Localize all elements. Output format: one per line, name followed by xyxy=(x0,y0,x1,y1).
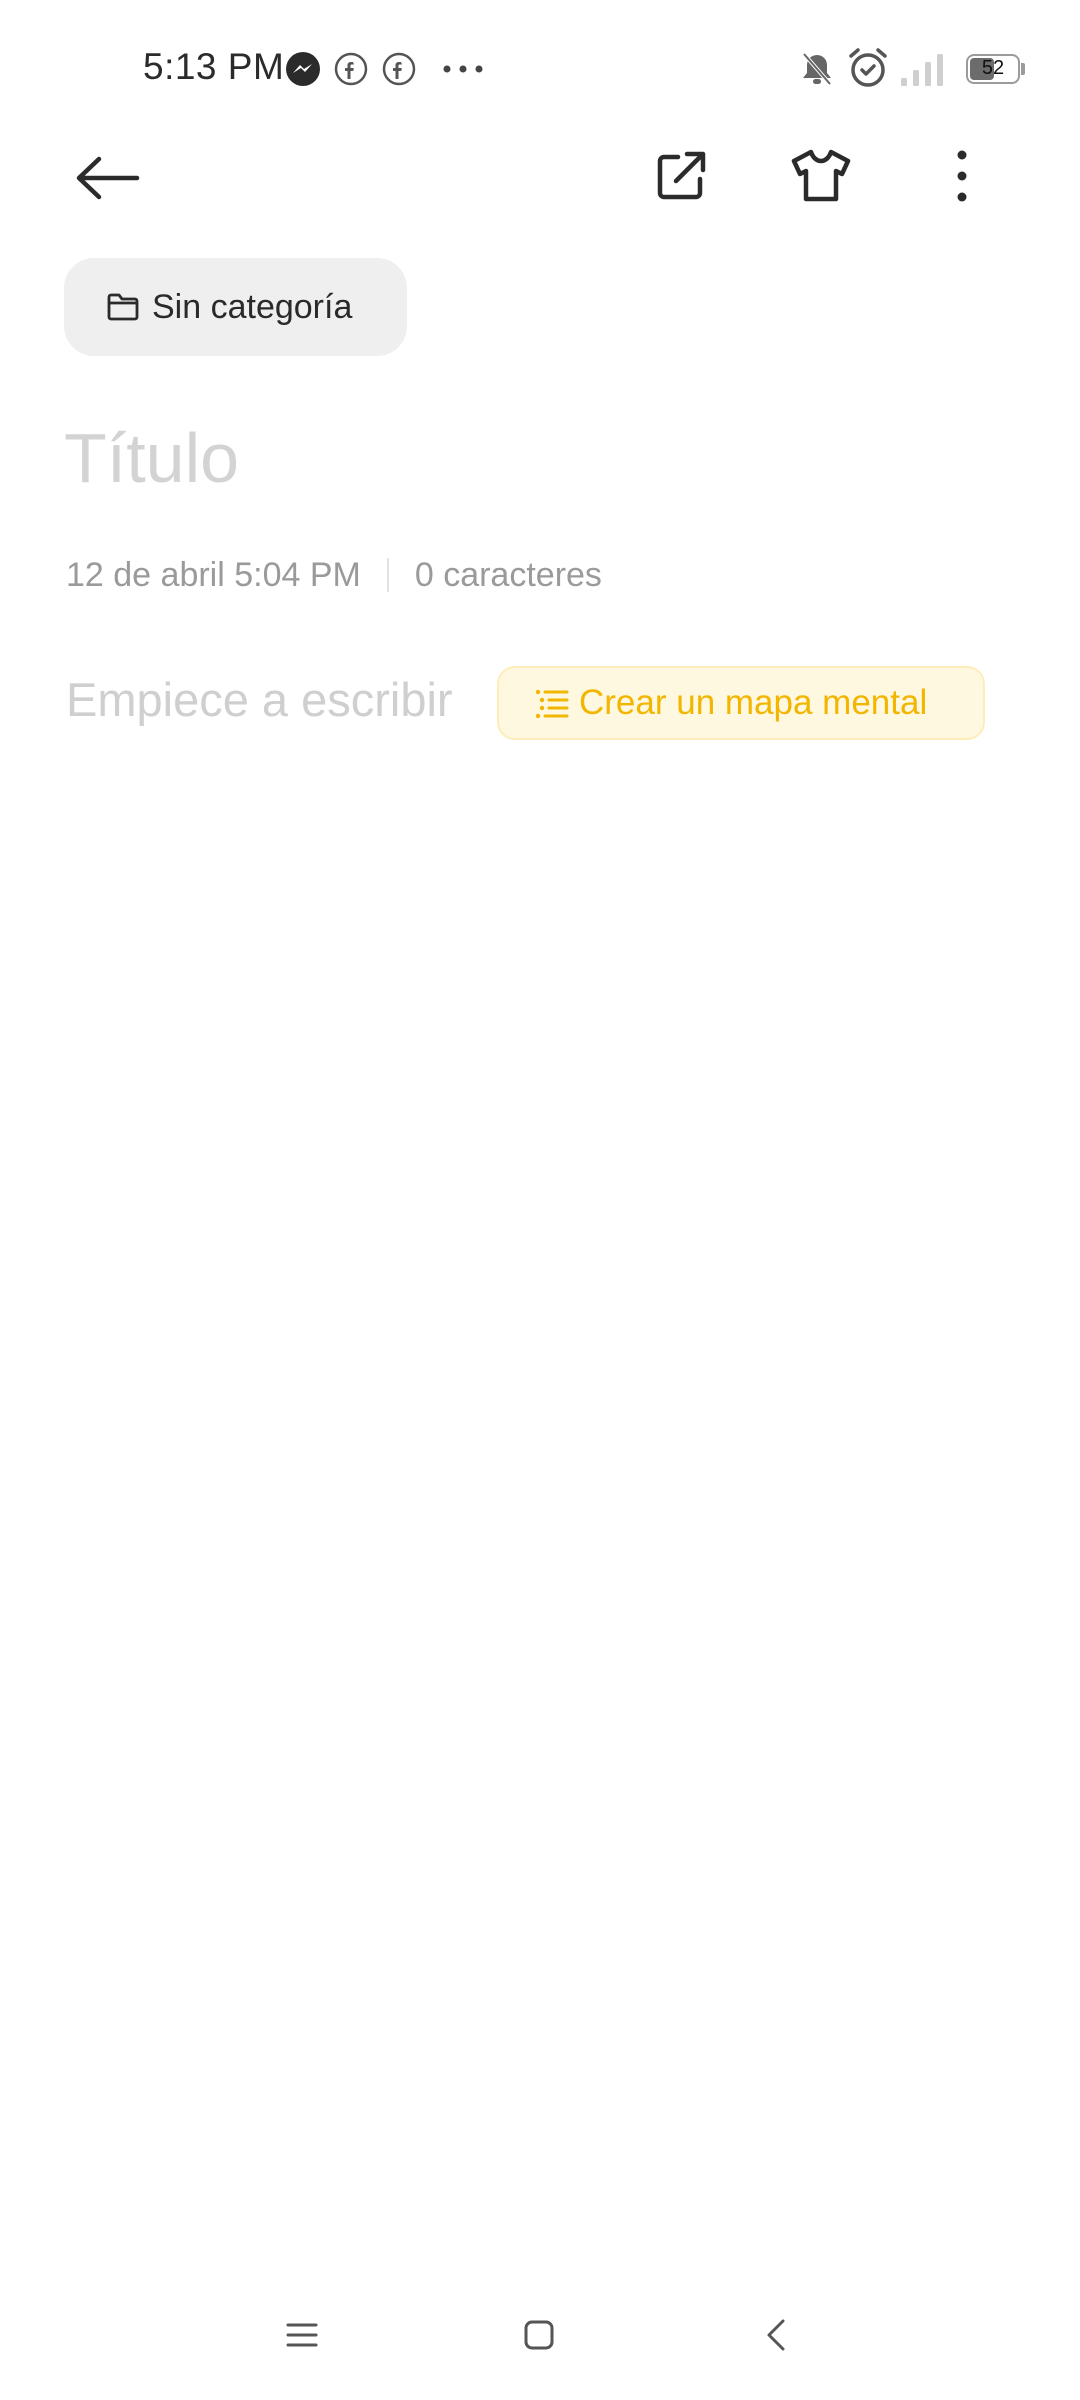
body-input[interactable]: Empiece a escribir xyxy=(66,672,453,727)
theme-button[interactable] xyxy=(773,128,869,224)
facebook-icon xyxy=(382,52,416,86)
battery-icon: 52 xyxy=(966,54,1020,84)
battery-level: 52 xyxy=(981,57,1005,79)
tshirt-icon xyxy=(791,149,851,202)
nav-home-button[interactable] xyxy=(494,2300,584,2370)
folder-icon xyxy=(107,293,139,321)
back-button[interactable] xyxy=(60,130,156,226)
status-time: 5:13 PM xyxy=(143,46,285,87)
category-label: Sin categoría xyxy=(152,287,353,326)
category-chip[interactable]: Sin categoría xyxy=(64,258,407,356)
note-date: 12 de abril 5:04 PM xyxy=(66,555,361,594)
more-notifications-icon xyxy=(443,65,483,73)
note-meta: 12 de abril 5:04 PM 0 caracteres xyxy=(66,550,602,600)
nav-menu-button[interactable] xyxy=(257,2300,347,2370)
share-external-icon xyxy=(657,151,706,200)
more-options-button[interactable] xyxy=(914,128,1010,224)
messenger-icon xyxy=(286,52,320,86)
create-mindmap-label: Crear un mapa mental xyxy=(579,683,928,722)
meta-divider xyxy=(386,558,389,592)
alarm-icon xyxy=(849,48,887,87)
menu-icon xyxy=(286,2323,318,2347)
signal-icon xyxy=(901,54,943,86)
create-mindmap-button[interactable]: Crear un mapa mental xyxy=(497,666,985,740)
title-input[interactable] xyxy=(64,410,1004,506)
share-button[interactable] xyxy=(633,128,729,224)
nav-back-button[interactable] xyxy=(731,2300,821,2370)
more-vertical-icon xyxy=(957,150,967,202)
facebook-icon xyxy=(334,52,368,86)
status-bar: 5:13 PM 52 xyxy=(0,0,1080,140)
char-count: 0 caracteres xyxy=(414,555,602,594)
home-icon xyxy=(524,2320,554,2350)
list-icon xyxy=(535,689,569,718)
back-icon xyxy=(767,2319,785,2351)
notifications-muted-icon xyxy=(802,52,832,86)
arrow-left-icon xyxy=(76,156,140,200)
